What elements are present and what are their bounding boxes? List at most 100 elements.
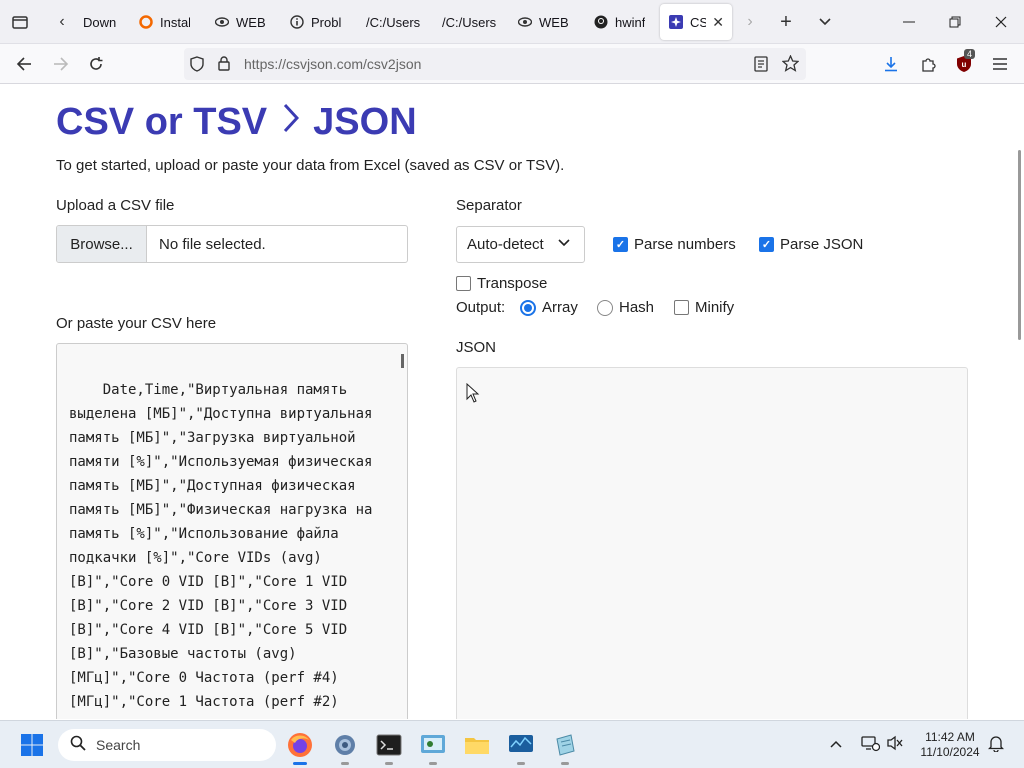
chevron-down-icon[interactable] [813, 10, 837, 34]
output-hash-radio[interactable]: Hash [597, 299, 654, 316]
tab-title: hwinf [615, 14, 646, 30]
csvjson-icon [668, 14, 684, 30]
file-explorer-icon[interactable] [461, 729, 493, 761]
extension-badge: 4 [964, 49, 976, 59]
reader-view-icon[interactable] [754, 56, 770, 72]
minify-label: Minify [695, 299, 735, 316]
back-icon[interactable] [12, 52, 36, 76]
hamburger-menu-icon[interactable] [988, 52, 1012, 76]
browse-button[interactable]: Browse... [57, 226, 147, 262]
tab-web-2[interactable]: WEB i [517, 4, 571, 40]
terminal-icon[interactable] [373, 729, 405, 765]
separator-value: Auto-detect [467, 236, 544, 253]
title-target: JSON [313, 101, 417, 143]
clock-date: 11/10/2024 [920, 745, 980, 759]
settings-gear-icon[interactable] [329, 729, 361, 765]
speaker-muted-icon[interactable] [886, 734, 904, 756]
grafana-icon [138, 14, 154, 30]
search-icon [70, 735, 86, 756]
tab-csvjson[interactable]: CS ✕ [660, 4, 732, 40]
textarea-scrollbar[interactable] [401, 354, 404, 368]
app-indicator [341, 762, 349, 765]
ublock-origin-icon[interactable]: u 4 [952, 49, 976, 76]
tab-file-2[interactable]: /C:/Users [442, 4, 498, 40]
csv-text: Date,Time,"Виртуальная память выделена [… [69, 382, 373, 719]
clock-time: 11:42 AM [925, 730, 975, 744]
tab-github[interactable]: hwinf [593, 4, 647, 40]
app-indicator [561, 762, 569, 765]
parse-json-label: Parse JSON [780, 236, 864, 253]
tab-install[interactable]: Instal [138, 4, 190, 40]
eye-icon [517, 14, 533, 30]
transpose-checkbox[interactable]: Transpose [456, 275, 547, 292]
output-array-radio[interactable]: Array [520, 299, 578, 316]
minimize-button[interactable] [886, 6, 932, 38]
tab-title: Instal [160, 14, 190, 30]
app-indicator [429, 762, 437, 765]
chevron-down-icon [558, 236, 570, 250]
forward-icon[interactable] [49, 52, 73, 76]
close-window-button[interactable] [978, 6, 1024, 38]
parse-numbers-checkbox[interactable]: ✓ Parse numbers [613, 236, 736, 253]
tray-chevron-up-icon[interactable] [830, 735, 842, 752]
file-upload-input[interactable]: Browse... No file selected. [56, 225, 408, 263]
check-icon: ✓ [759, 237, 774, 252]
restore-button[interactable] [932, 6, 978, 38]
separator-select[interactable]: Auto-detect [456, 226, 585, 263]
navigation-toolbar: https://csvjson.com/csv2json u 4 [0, 44, 1024, 84]
url-text[interactable]: https://csvjson.com/csv2json [244, 56, 421, 72]
paste-label: Or paste your CSV here [56, 315, 217, 332]
extensions-puzzle-icon[interactable] [916, 52, 940, 76]
tab-scroll-right-icon[interactable]: › [738, 10, 762, 34]
mouse-cursor-icon [466, 383, 480, 403]
tab-problems[interactable]: Probl [289, 4, 341, 40]
svg-text:u: u [962, 60, 967, 69]
taskbar-search[interactable]: Search [58, 729, 276, 761]
separator-label: Separator [456, 197, 522, 214]
tab-web-1[interactable]: WEB i [214, 4, 266, 40]
radio-unselected [597, 299, 613, 316]
csv-textarea[interactable]: Date,Time,"Виртуальная память выделена [… [56, 343, 408, 719]
notepad-icon[interactable] [549, 729, 581, 765]
network-icon[interactable] [860, 733, 881, 757]
bookmark-star-icon[interactable] [781, 54, 800, 73]
tab-list-icon[interactable] [8, 10, 32, 34]
notification-bell-icon[interactable] [987, 734, 1005, 756]
output-label: Output: [456, 299, 506, 316]
downloads-icon[interactable] [879, 52, 903, 76]
active-app-indicator [293, 762, 307, 765]
transpose-label: Transpose [477, 275, 548, 292]
eye-icon [214, 14, 230, 30]
json-output-textarea[interactable] [456, 367, 968, 719]
radio-selected [520, 299, 536, 316]
tab-title: CS [690, 14, 707, 30]
checkbox-box [674, 300, 689, 315]
windows-start-icon[interactable] [16, 729, 48, 761]
upload-label: Upload a CSV file [56, 197, 175, 214]
file-status: No file selected. [159, 235, 266, 253]
shield-icon[interactable] [190, 56, 206, 72]
tab-scroll-left-icon[interactable]: ‹ [50, 10, 74, 34]
close-tab-icon[interactable]: ✕ [712, 14, 724, 31]
tab-downloads[interactable]: Down [83, 4, 123, 40]
tab-title: /C:/Users [366, 14, 421, 30]
control-panel-icon[interactable] [417, 729, 449, 765]
parse-json-checkbox[interactable]: ✓ Parse JSON [759, 236, 863, 253]
app-indicator [517, 762, 525, 765]
chevron-right-icon [283, 103, 300, 142]
url-bar[interactable]: https://csvjson.com/csv2json [184, 48, 806, 80]
tab-file-1[interactable]: /C:/Users [366, 4, 422, 40]
reload-icon[interactable] [84, 52, 108, 76]
page-scrollbar[interactable] [1018, 150, 1021, 340]
tab-strip: ‹ Down Instal WEB i Probl /C:/Users /C:/… [0, 0, 1024, 44]
minify-checkbox[interactable]: Minify [674, 299, 734, 316]
tab-title: WEB i [236, 14, 266, 30]
lock-icon[interactable] [218, 56, 232, 72]
checkbox-box [456, 276, 471, 291]
taskbar: Search 11:42 AM 11/10/2024 [0, 720, 1024, 768]
new-tab-icon[interactable]: + [774, 10, 798, 34]
monitor-app-icon[interactable] [505, 729, 537, 765]
system-clock[interactable]: 11:42 AM 11/10/2024 [910, 730, 990, 760]
firefox-icon[interactable] [284, 729, 316, 765]
output-array-label: Array [542, 299, 578, 316]
